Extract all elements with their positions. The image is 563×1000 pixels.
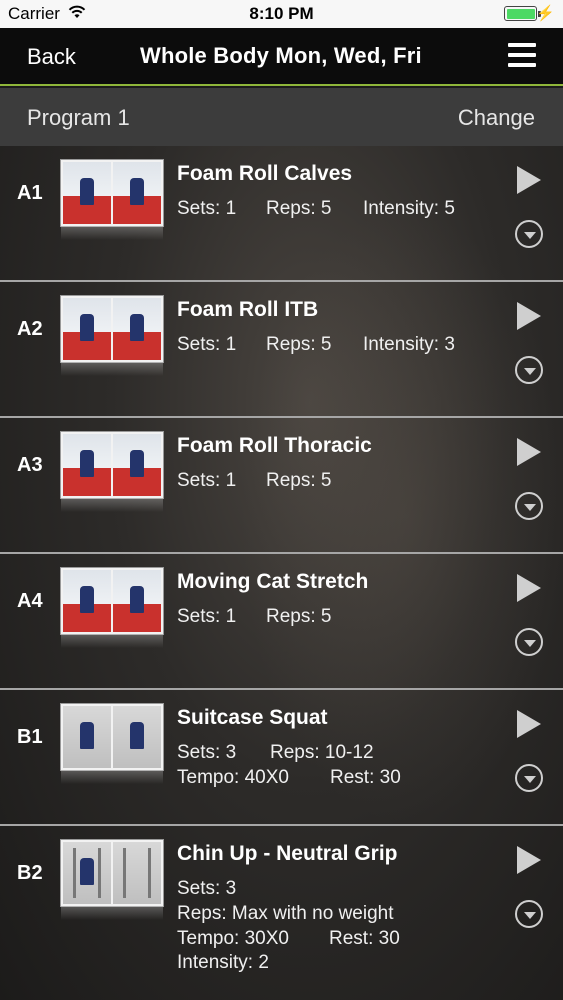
exercise-thumbnail: [60, 567, 164, 648]
tempo-value: Tempo: 40X0: [177, 767, 289, 788]
exercise-name: Moving Cat Stretch: [177, 570, 369, 593]
rest-value: Rest: 30: [330, 767, 401, 788]
change-program-button[interactable]: Change: [458, 105, 535, 131]
exercise-row[interactable]: A2 Foam Roll ITB Sets: 1 Reps: 5 Intensi…: [0, 282, 563, 418]
exercise-row[interactable]: B2 Chin Up - Neutral Grip Sets: 3 Reps: …: [0, 826, 563, 1000]
exercise-code: A3: [17, 454, 43, 476]
expand-chevron-icon[interactable]: [515, 764, 543, 792]
exercise-row[interactable]: A3 Foam Roll Thoracic Sets: 1 Reps: 5: [0, 418, 563, 554]
program-label: Program 1: [27, 105, 130, 130]
reps-value: Reps: 5: [266, 606, 332, 627]
expand-chevron-icon[interactable]: [515, 356, 543, 384]
sets-value: Sets: 1: [177, 334, 237, 355]
sets-value: Sets: 1: [177, 606, 237, 627]
exercise-row[interactable]: B1 Suitcase Squat Sets: 3 Reps: 10-12 Te…: [0, 690, 563, 826]
navigation-bar: Back Whole Body Mon, Wed, Fri: [0, 28, 563, 86]
status-bar: Carrier 8:10 PM ⚡: [0, 0, 563, 28]
play-icon[interactable]: [517, 438, 541, 466]
exercise-row[interactable]: A1 Foam Roll Calves Sets: 1 Reps: 5 Inte…: [0, 146, 563, 282]
play-icon[interactable]: [517, 574, 541, 602]
exercise-code: B1: [17, 726, 43, 748]
exercise-thumbnail: [60, 431, 164, 512]
play-icon[interactable]: [517, 166, 541, 194]
battery-icon: [504, 6, 537, 21]
program-bar: Program 1 Change: [0, 88, 563, 146]
exercise-thumbnail: [60, 159, 164, 240]
expand-chevron-icon[interactable]: [515, 628, 543, 656]
play-icon[interactable]: [517, 710, 541, 738]
charging-bolt-icon: ⚡: [536, 5, 555, 22]
page-title: Whole Body Mon, Wed, Fri: [140, 43, 422, 68]
sets-value: Sets: 1: [177, 198, 237, 219]
exercise-name: Chin Up - Neutral Grip: [177, 842, 398, 865]
intensity-value: Intensity: 3: [363, 334, 455, 355]
reps-value: Reps: 10-12: [270, 742, 374, 763]
status-time: 8:10 PM: [249, 4, 314, 23]
reps-value: Reps: 5: [266, 470, 332, 491]
exercise-list: A1 Foam Roll Calves Sets: 1 Reps: 5 Inte…: [0, 146, 563, 1000]
exercise-thumbnail: [60, 703, 164, 784]
expand-chevron-icon[interactable]: [515, 220, 543, 248]
reps-value: Reps: 5: [266, 198, 332, 219]
expand-chevron-icon[interactable]: [515, 900, 543, 928]
exercise-code: A4: [17, 590, 43, 612]
exercise-row[interactable]: A4 Moving Cat Stretch Sets: 1 Reps: 5: [0, 554, 563, 690]
exercise-name: Foam Roll Thoracic: [177, 434, 372, 457]
hamburger-menu-icon[interactable]: [508, 43, 536, 71]
reps-value: Reps: 5: [266, 334, 332, 355]
exercise-code: B2: [17, 862, 43, 884]
exercise-code: A2: [17, 318, 43, 340]
back-button[interactable]: Back: [27, 44, 76, 70]
sets-value: Sets: 3: [177, 878, 237, 899]
exercise-thumbnail: [60, 295, 164, 376]
intensity-value: Intensity: 2: [177, 952, 269, 973]
sets-value: Sets: 1: [177, 470, 237, 491]
rest-value: Rest: 30: [329, 928, 400, 949]
intensity-value: Intensity: 5: [363, 198, 455, 219]
exercise-name: Foam Roll ITB: [177, 298, 319, 321]
reps-value: Reps: Max with no weight: [177, 903, 394, 924]
expand-chevron-icon[interactable]: [515, 492, 543, 520]
exercise-code: A1: [17, 182, 43, 204]
play-icon[interactable]: [517, 846, 541, 874]
exercise-name: Foam Roll Calves: [177, 162, 353, 185]
play-icon[interactable]: [517, 302, 541, 330]
tempo-value: Tempo: 30X0: [177, 928, 289, 949]
exercise-name: Suitcase Squat: [177, 706, 328, 729]
sets-value: Sets: 3: [177, 742, 237, 763]
exercise-thumbnail: [60, 839, 164, 920]
